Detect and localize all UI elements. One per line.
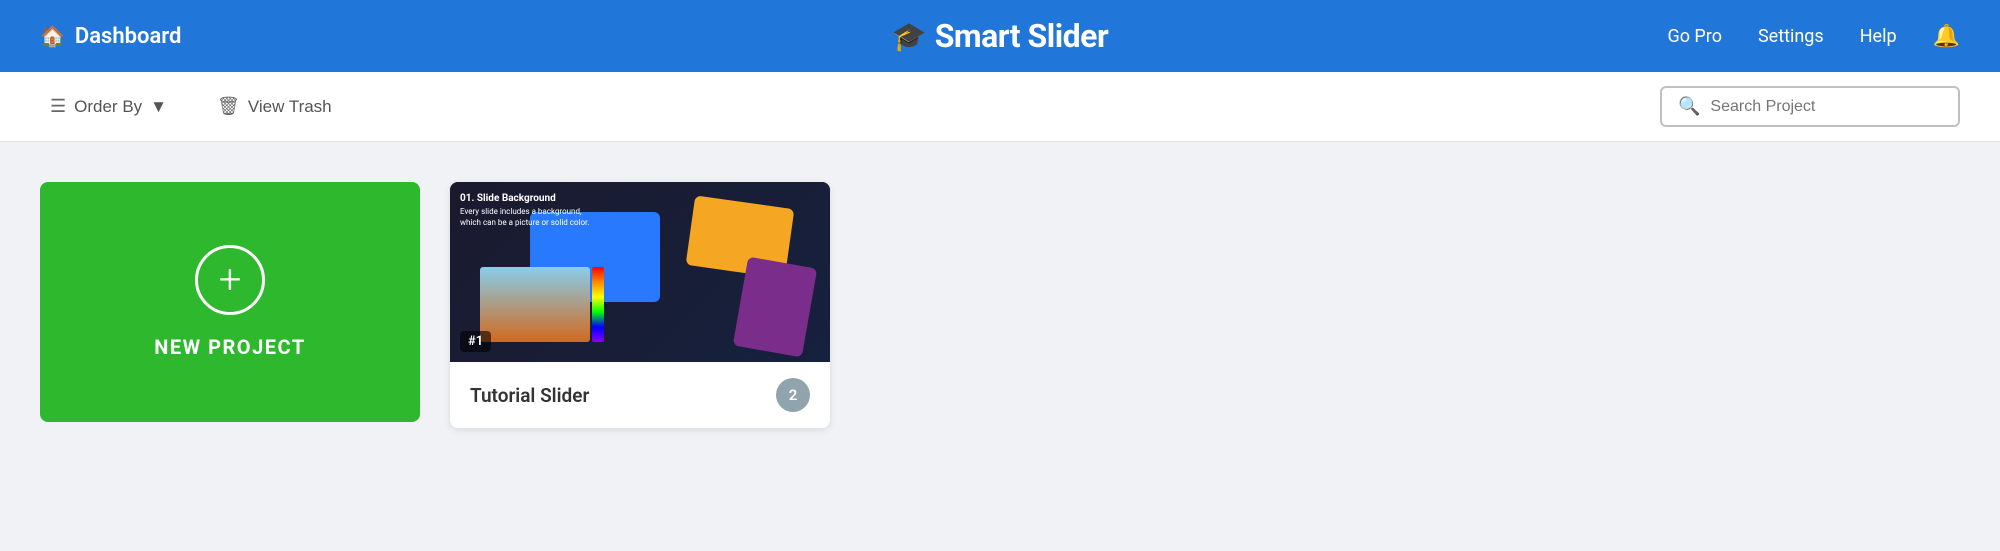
search-input[interactable]: [1710, 98, 1942, 116]
order-by-label: Order By: [74, 97, 142, 117]
order-by-button[interactable]: ☰ Order By ▼: [40, 90, 177, 123]
slide-badge: #1: [460, 331, 491, 352]
header-nav: Go Pro Settings Help 🔔: [1667, 24, 1960, 49]
toolbar-left: ☰ Order By ▼ 🗑 View Trash: [40, 90, 342, 123]
thumbnail-content: 01. Slide Background Every slide include…: [450, 182, 830, 362]
search-icon: 🔍: [1678, 96, 1700, 117]
plus-circle-icon: +: [195, 245, 265, 315]
project-thumbnail: 01. Slide Background Every slide include…: [450, 182, 830, 362]
trash-icon: 🗑: [217, 96, 240, 117]
logo: 🎓 Smart Slider: [892, 17, 1108, 55]
toolbar: ☰ Order By ▼ 🗑 View Trash 🔍: [0, 72, 2000, 142]
thumb-desc: Every slide includes a background, which…: [460, 206, 600, 228]
search-box[interactable]: 🔍: [1660, 86, 1960, 127]
go-pro-link[interactable]: Go Pro: [1667, 26, 1722, 47]
projects-grid: + NEW PROJECT 01. Slide Background Every…: [0, 142, 2000, 468]
new-project-card[interactable]: + NEW PROJECT: [40, 182, 420, 422]
chevron-down-icon: ▼: [150, 97, 167, 117]
thumb-title: 01. Slide Background: [460, 192, 600, 206]
project-card-footer: Tutorial Slider 2: [450, 362, 830, 428]
order-icon: ☰: [50, 96, 66, 117]
slide-count-badge: 2: [776, 378, 810, 412]
help-link[interactable]: Help: [1860, 26, 1897, 47]
thumb-color-bar: [592, 267, 604, 342]
dashboard-label: Dashboard: [75, 24, 181, 49]
toolbar-right: 🔍: [1660, 86, 1960, 127]
project-title: Tutorial Slider: [470, 384, 589, 407]
logo-icon: 🎓: [892, 20, 927, 53]
project-card[interactable]: 01. Slide Background Every slide include…: [450, 182, 830, 428]
dashboard-nav[interactable]: 🏠 Dashboard: [40, 24, 181, 49]
home-icon: 🏠: [40, 24, 65, 48]
view-trash-button[interactable]: 🗑 View Trash: [207, 90, 342, 123]
header: 🏠 Dashboard 🎓 Smart Slider Go Pro Settin…: [0, 0, 2000, 72]
thumb-text-box: 01. Slide Background Every slide include…: [460, 192, 600, 228]
logo-text: Smart Slider: [935, 17, 1108, 55]
settings-link[interactable]: Settings: [1758, 26, 1824, 47]
new-project-label: NEW PROJECT: [154, 335, 305, 359]
notification-bell-icon[interactable]: 🔔: [1933, 24, 1960, 49]
thumb-photo: [480, 267, 590, 342]
view-trash-label: View Trash: [248, 97, 332, 117]
